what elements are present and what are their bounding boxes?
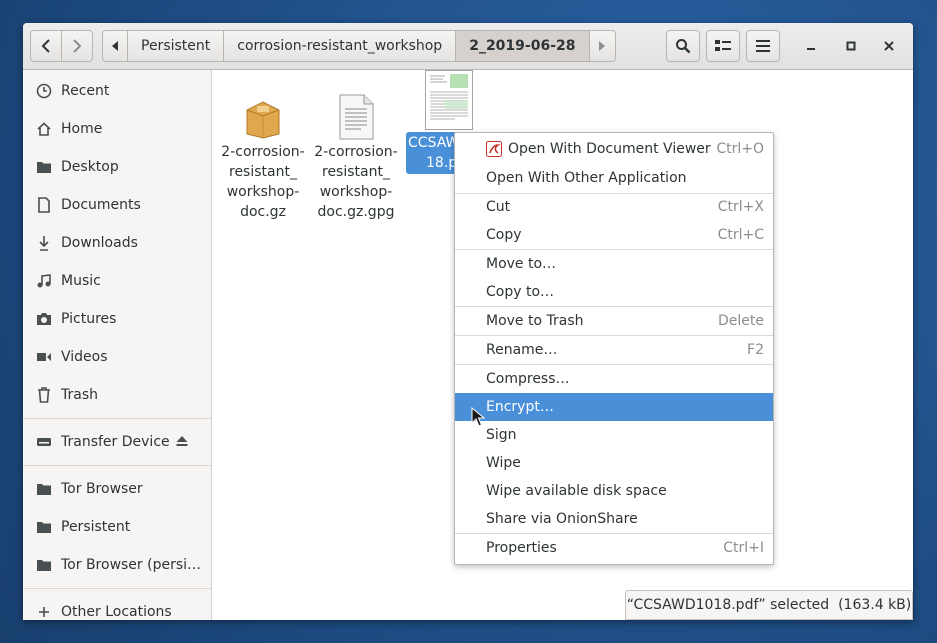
sidebar-item-tor-browser-persistent[interactable]: Tor Browser (persi… — [23, 547, 211, 583]
view-options-button[interactable] — [706, 30, 740, 62]
file-item[interactable]: 2-corrosion- resistant_ workshop- doc.gz — [220, 70, 306, 222]
menu-item-sign[interactable]: Sign — [455, 421, 773, 449]
folder-icon — [35, 158, 53, 176]
folder-icon — [35, 556, 53, 574]
menu-item-wipe-free-space[interactable]: Wipe available disk space — [455, 477, 773, 505]
minimize-icon — [807, 48, 815, 50]
selection-status-bar: “CCSAWD1018.pdf” selected (163.4 kB) — [625, 590, 913, 620]
download-icon — [35, 234, 53, 252]
path-segment-workshop[interactable]: corrosion-resistant_workshop — [224, 30, 457, 62]
plus-icon — [35, 603, 53, 620]
maximize-icon — [846, 41, 856, 51]
menu-item-open-with-other-application[interactable]: Open With Other Application — [455, 164, 773, 192]
sidebar-item-label: Recent — [61, 83, 110, 99]
header-bar: Persistent corrosion-resistant_workshop … — [23, 23, 913, 70]
triangle-left-icon — [112, 41, 118, 51]
sidebar-item-home[interactable]: Home — [23, 111, 211, 147]
sidebar-item-label: Videos — [61, 349, 108, 365]
trash-icon — [35, 386, 53, 404]
path-segment-current[interactable]: 2_2019-06-28 — [456, 30, 590, 62]
sidebar-item-label: Tor Browser — [61, 481, 143, 497]
sidebar-separator — [23, 465, 211, 466]
mouse-pointer-icon — [471, 407, 485, 427]
sidebar-item-persistent[interactable]: Persistent — [23, 509, 211, 545]
selection-status-text: “CCSAWD1018.pdf” selected (163.4 kB) — [626, 597, 912, 613]
search-button[interactable] — [666, 30, 700, 62]
chevron-right-icon — [73, 39, 82, 53]
triangle-right-icon — [599, 41, 605, 51]
archive-icon — [246, 101, 280, 139]
sidebar-item-tor-browser[interactable]: Tor Browser — [23, 471, 211, 507]
menu-item-wipe[interactable]: Wipe — [455, 449, 773, 477]
path-segment-persistent[interactable]: Persistent — [128, 30, 225, 62]
menu-item-share-via-onionshare[interactable]: Share via OnionShare — [455, 505, 773, 533]
sidebar-item-pictures[interactable]: Pictures — [23, 301, 211, 337]
chevron-left-icon — [41, 39, 50, 53]
main-menu-button[interactable] — [746, 30, 780, 62]
path-scroll-left-button[interactable] — [102, 30, 128, 62]
menu-item-move-to[interactable]: Move to… — [455, 250, 773, 278]
video-icon — [35, 348, 53, 366]
menu-item-encrypt[interactable]: Encrypt… — [455, 393, 773, 421]
context-menu: Open With Document Viewer Ctrl+O Open Wi… — [454, 132, 774, 565]
file-item[interactable]: 2-corrosion- resistant_ workshop- doc.gz… — [313, 70, 399, 222]
folder-icon — [35, 518, 53, 536]
sidebar-separator — [23, 588, 211, 589]
drive-icon — [35, 433, 53, 451]
menu-item-move-to-trash[interactable]: Move to Trash Delete — [455, 307, 773, 335]
music-icon — [35, 272, 53, 290]
menu-item-open-with-document-viewer[interactable]: Open With Document Viewer Ctrl+O — [455, 135, 773, 163]
clock-icon — [35, 82, 53, 100]
list-view-icon — [715, 40, 731, 51]
document-icon — [35, 196, 53, 214]
menu-item-cut[interactable]: Cut Ctrl+X — [455, 193, 773, 221]
file-name: 2-corrosion- resistant_ workshop- doc.gz — [221, 144, 305, 220]
eject-icon[interactable] — [175, 434, 191, 450]
forward-button[interactable] — [61, 30, 93, 62]
sidebar-separator — [23, 418, 211, 419]
text-file-icon — [339, 94, 374, 140]
sidebar-item-desktop[interactable]: Desktop — [23, 149, 211, 185]
sidebar-item-label: Other Locations — [61, 604, 172, 620]
back-button[interactable] — [30, 30, 62, 62]
sidebar-item-documents[interactable]: Documents — [23, 187, 211, 223]
menu-item-properties[interactable]: Properties Ctrl+I — [455, 534, 773, 562]
folder-icon — [35, 480, 53, 498]
sidebar-item-label: Tor Browser (persi… — [61, 557, 202, 573]
minimize-button[interactable] — [797, 32, 825, 60]
sidebar-item-downloads[interactable]: Downloads — [23, 225, 211, 261]
sidebar-item-label: Music — [61, 273, 101, 289]
sidebar-item-label: Downloads — [61, 235, 138, 251]
sidebar-item-label: Trash — [61, 387, 98, 403]
file-name: 2-corrosion- resistant_ workshop- doc.gz… — [314, 144, 398, 220]
sidebar-item-label: Desktop — [61, 159, 119, 175]
pdf-thumbnail-icon — [425, 70, 473, 130]
document-viewer-icon — [486, 141, 502, 157]
sidebar-item-label: Pictures — [61, 311, 117, 327]
sidebar-item-trash[interactable]: Trash — [23, 377, 211, 413]
sidebar-item-transfer-device[interactable]: Transfer Device — [23, 424, 211, 460]
camera-icon — [35, 310, 53, 328]
sidebar-item-videos[interactable]: Videos — [23, 339, 211, 375]
sidebar-item-label: Persistent — [61, 519, 131, 535]
hamburger-icon — [756, 40, 770, 52]
close-button[interactable] — [875, 32, 903, 60]
menu-item-rename[interactable]: Rename… F2 — [455, 336, 773, 364]
search-icon — [676, 39, 691, 54]
sidebar-item-music[interactable]: Music — [23, 263, 211, 299]
sidebar-item-label: Home — [61, 121, 103, 137]
path-scroll-right-button[interactable] — [589, 30, 616, 62]
close-icon — [884, 41, 894, 51]
maximize-button[interactable] — [837, 32, 865, 60]
home-icon — [35, 120, 53, 138]
sidebar-item-label: Documents — [61, 197, 141, 213]
sidebar: Recent Home Desktop Documents Downloads … — [23, 70, 212, 620]
sidebar-item-label: Transfer Device — [61, 434, 170, 450]
sidebar-item-recent[interactable]: Recent — [23, 73, 211, 109]
breadcrumb: Persistent corrosion-resistant_workshop … — [102, 30, 616, 62]
menu-item-copy-to[interactable]: Copy to… — [455, 278, 773, 306]
sidebar-item-other-locations[interactable]: Other Locations — [23, 594, 211, 620]
menu-item-compress[interactable]: Compress… — [455, 365, 773, 393]
menu-item-copy[interactable]: Copy Ctrl+C — [455, 221, 773, 249]
